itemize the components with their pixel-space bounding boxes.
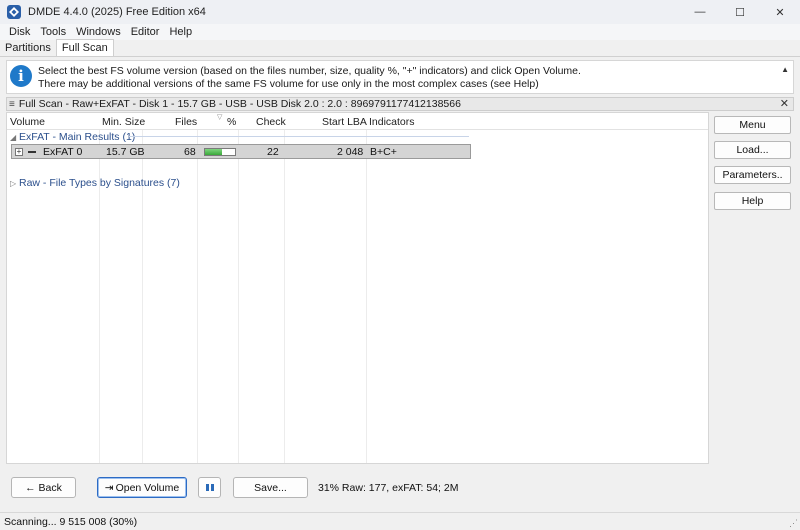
- load-button[interactable]: Load...: [714, 141, 791, 159]
- cell-indicators: B+C+: [370, 146, 397, 158]
- col-files[interactable]: Files: [175, 116, 197, 128]
- group-raw-results[interactable]: ▷ Raw - File Types by Signatures (7): [10, 177, 180, 189]
- save-button[interactable]: Save...: [233, 477, 308, 498]
- column-divider: [366, 113, 367, 463]
- status-bar: Scanning... 9 515 008 (30%) ⋰: [0, 512, 800, 530]
- close-button[interactable]: ✕: [760, 0, 800, 24]
- col-volume[interactable]: Volume: [10, 116, 45, 128]
- menu-grip-icon[interactable]: ≡: [9, 99, 15, 110]
- menu-editor[interactable]: Editor: [126, 26, 165, 38]
- group-main-results[interactable]: ◢ ExFAT - Main Results (1): [10, 131, 135, 143]
- info-line-2: There may be additional versions of the …: [38, 78, 539, 90]
- cell-min-size: 15.7 GB: [106, 146, 145, 158]
- cell-start-lba: 2 048: [337, 146, 364, 158]
- info-icon: i: [10, 65, 32, 87]
- group-label: Raw - File Types by Signatures (7): [19, 177, 180, 189]
- app-icon: [7, 5, 21, 19]
- bottom-bar: ← Back ⇥ Open Volume Save... 31% Raw: 177…: [0, 466, 800, 510]
- pause-button[interactable]: [198, 477, 221, 498]
- column-divider: [238, 113, 239, 463]
- parameters-button[interactable]: Parameters..: [714, 166, 791, 184]
- cell-files: 68: [184, 146, 196, 158]
- menu-windows[interactable]: Windows: [71, 26, 126, 38]
- group-divider: [129, 136, 469, 137]
- tab-partitions[interactable]: Partitions: [0, 40, 56, 56]
- maximize-button[interactable]: ☐: [720, 0, 760, 24]
- scan-close-icon[interactable]: ✕: [780, 98, 789, 110]
- column-header: Volume Min. Size Files ▽ % Check Start L…: [7, 113, 708, 130]
- open-icon: ⇥: [104, 481, 114, 494]
- results-list[interactable]: Volume Min. Size Files ▽ % Check Start L…: [6, 112, 709, 464]
- expand-icon[interactable]: +: [15, 148, 23, 156]
- menu-disk[interactable]: Disk: [4, 26, 35, 38]
- quality-bar-fill: [205, 149, 222, 155]
- collapsed-arrow-icon[interactable]: ▷: [10, 179, 19, 188]
- pause-icon: [205, 484, 214, 491]
- tab-strip: Partitions Full Scan: [0, 39, 800, 57]
- column-divider: [197, 113, 198, 463]
- collapse-icon[interactable]: ▲: [781, 65, 789, 74]
- menu-help[interactable]: Help: [164, 26, 197, 38]
- expanded-arrow-icon[interactable]: ◢: [10, 133, 19, 142]
- group-label: ExFAT - Main Results (1): [19, 131, 136, 143]
- tree-line-icon: [28, 151, 36, 153]
- title-bar: DMDE 4.4.0 (2025) Free Edition x64 — ☐ ✕: [0, 0, 800, 24]
- sort-indicator-icon: ▽: [217, 114, 223, 121]
- table-row[interactable]: + ExFAT 0 15.7 GB 68 22 2 048 B+C+: [11, 144, 471, 159]
- side-panel: Menu Load... Parameters.. Help: [712, 112, 794, 464]
- column-divider: [142, 113, 143, 463]
- back-button[interactable]: ← Back: [11, 477, 76, 498]
- cell-check: 22: [267, 146, 279, 158]
- cell-volume: ExFAT 0: [43, 146, 83, 158]
- help-button[interactable]: Help: [714, 192, 791, 210]
- col-start-lba[interactable]: Start LBA: [322, 116, 367, 128]
- menu-tools[interactable]: Tools: [35, 26, 71, 38]
- scan-progress-text: 31% Raw: 177, exFAT: 54; 2M: [318, 482, 459, 494]
- col-check[interactable]: Check: [256, 116, 286, 128]
- col-indicators[interactable]: Indicators: [369, 116, 415, 128]
- column-divider: [284, 113, 285, 463]
- quality-bar: [204, 148, 236, 156]
- col-min-size[interactable]: Min. Size: [102, 116, 145, 128]
- open-volume-label: Open Volume: [115, 481, 180, 494]
- scan-title: Full Scan - Raw+ExFAT - Disk 1 - 15.7 GB…: [18, 98, 461, 110]
- info-line-1: Select the best FS volume version (based…: [38, 65, 581, 77]
- window-title: DMDE 4.4.0 (2025) Free Edition x64: [28, 6, 206, 18]
- minimize-button[interactable]: —: [680, 0, 720, 24]
- menu-button[interactable]: Menu: [714, 116, 791, 134]
- open-volume-button[interactable]: ⇥ Open Volume: [97, 477, 187, 498]
- scan-header: ≡ Full Scan - Raw+ExFAT - Disk 1 - 15.7 …: [6, 97, 794, 111]
- col-quality[interactable]: %: [227, 116, 236, 128]
- info-panel: i Select the best FS volume version (bas…: [6, 60, 794, 94]
- menu-bar: Disk Tools Windows Editor Help: [0, 24, 800, 40]
- status-text: Scanning... 9 515 008 (30%): [4, 515, 138, 528]
- column-divider: [99, 113, 100, 463]
- tab-full-scan[interactable]: Full Scan: [55, 39, 114, 56]
- resize-grip-icon[interactable]: ⋰: [789, 518, 798, 529]
